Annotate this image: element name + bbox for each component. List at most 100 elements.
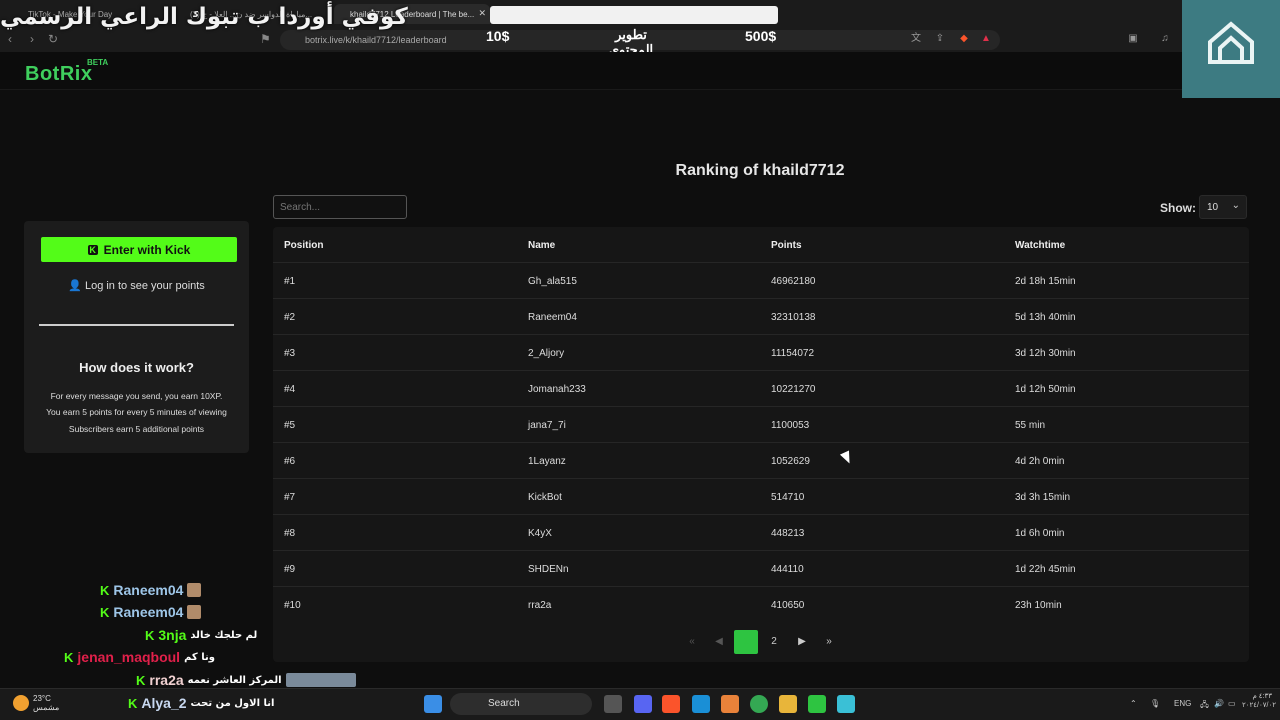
page-size-select[interactable]: 10 ⌄ <box>1199 195 1247 219</box>
page-button-2[interactable]: 2 <box>762 630 786 654</box>
table-row <box>273 334 1249 370</box>
column-header-watchtime[interactable]: Watchtime <box>1015 240 1065 251</box>
cell-watchtime: 5d 13h 40min <box>1015 312 1076 323</box>
kick-badge-icon: K <box>136 672 146 688</box>
tray-chevron-icon[interactable]: ⌃ <box>1130 699 1137 708</box>
language-indicator[interactable]: ENG <box>1174 699 1191 708</box>
task-view-icon[interactable] <box>604 695 622 713</box>
first-page-icon[interactable]: « <box>680 630 704 654</box>
close-icon[interactable]: ✕ <box>478 8 486 19</box>
bookmark-icon[interactable]: ⚑ <box>260 32 271 46</box>
enter-with-kick-button[interactable]: K Enter with Kick <box>41 237 237 262</box>
kick-app-icon[interactable] <box>808 695 826 713</box>
cell-position: #7 <box>284 492 296 503</box>
chat-text: انا الاول من تحت <box>190 697 275 709</box>
overlay-price-right: 500$ <box>745 28 777 44</box>
chat-message: K rra2a المركز العاشر نعمه <box>136 671 356 689</box>
file-explorer-icon[interactable] <box>779 695 797 713</box>
network-icon[interactable]: 🖧 <box>1200 699 1209 713</box>
show-label: Show: <box>1160 201 1196 215</box>
page-button-current[interactable]: 1 <box>734 630 758 654</box>
login-link[interactable]: 👤 Log in to see your points <box>24 279 249 292</box>
cell-name: K4yX <box>528 528 552 539</box>
next-page-icon[interactable]: ▶ <box>790 630 814 654</box>
cell-points: 514710 <box>771 492 805 503</box>
search-input[interactable] <box>273 195 407 219</box>
cell-watchtime: 3d 3h 15min <box>1015 492 1071 503</box>
battery-icon[interactable]: ▭ <box>1228 699 1236 708</box>
weather-icon <box>13 695 29 711</box>
weather-temp: 23°C <box>33 694 51 703</box>
chat-username: rra2a <box>149 672 184 688</box>
cell-watchtime: 1d 6h 0min <box>1015 528 1065 539</box>
discord-icon[interactable] <box>634 695 652 713</box>
clock-time: ٤:٣٣ م <box>1252 693 1272 700</box>
cell-name: jana7_7i <box>528 420 566 431</box>
brave-rewards-icon[interactable]: ▲ <box>980 33 992 45</box>
last-page-icon[interactable]: » <box>817 630 841 654</box>
clock-date: ٢٠٢٤/٠٧/٠٢ <box>1242 702 1276 709</box>
kick-badge-icon: K <box>145 627 155 643</box>
cell-watchtime: 3d 12h 30min <box>1015 348 1076 359</box>
prev-page-icon[interactable]: ◀ <box>707 630 731 654</box>
page-title: Ranking of khaild7712 <box>675 162 845 179</box>
volume-icon[interactable]: 🔊 <box>1214 699 1224 708</box>
brave-icon[interactable] <box>662 695 680 713</box>
translate-icon[interactable]: 文 <box>910 33 922 45</box>
chrome-icon[interactable] <box>750 695 768 713</box>
cell-points: 46962180 <box>771 276 816 287</box>
share-icon[interactable]: ⇪ <box>934 33 946 45</box>
cell-position: #6 <box>284 456 296 467</box>
column-header-name[interactable]: Name <box>528 240 555 251</box>
microphone-icon[interactable]: 🎙 <box>1150 699 1160 708</box>
brave-shield-icon[interactable]: ◆ <box>958 33 970 45</box>
beta-badge: BETA <box>87 58 109 67</box>
login-label: Log in to see your points <box>84 280 205 292</box>
botrix-logo[interactable]: BotRix <box>25 63 92 86</box>
table-row <box>273 442 1249 478</box>
kick-badge-icon: K <box>100 604 110 620</box>
chat-text: المركز العاشر نعمه <box>187 674 282 686</box>
cell-position: #3 <box>284 348 296 359</box>
cell-watchtime: 23h 10min <box>1015 600 1062 611</box>
page-size-value: 10 <box>1207 202 1219 213</box>
chat-message: K 3nja لم حلجك خالد <box>145 626 257 644</box>
cell-name: Jomanah233 <box>528 384 586 395</box>
windows-start-icon[interactable] <box>424 695 442 713</box>
clock[interactable]: ٤:٣٣ م ٢٠٢٤/٠٧/٠٢ <box>1242 692 1276 710</box>
weather-widget[interactable]: 23°C مشمس <box>33 694 59 712</box>
sidebar-toggle-icon[interactable]: ▣ <box>1127 33 1139 45</box>
cell-watchtime: 4d 2h 0min <box>1015 456 1065 467</box>
cell-watchtime: 1d 12h 50min <box>1015 384 1076 395</box>
cell-points: 410650 <box>771 600 805 611</box>
chat-message: K Alya_2 انا الاول من تحت <box>128 694 274 712</box>
site-header <box>0 52 1182 90</box>
cell-position: #5 <box>284 420 296 431</box>
chat-message: K Raneem04 <box>100 581 202 599</box>
reload-icon[interactable]: ↻ <box>48 32 58 46</box>
cell-name: 1Layanz <box>528 456 566 467</box>
notepad-icon[interactable] <box>837 695 855 713</box>
cell-position: #10 <box>284 600 301 611</box>
streamer-logo <box>1182 0 1280 98</box>
user-icon: 👤 <box>68 280 82 292</box>
cell-position: #4 <box>284 384 296 395</box>
taskbar-search[interactable]: Search <box>450 693 592 715</box>
cell-position: #8 <box>284 528 296 539</box>
chat-message: K jenan_maqboul ونا كم <box>64 648 215 666</box>
emote-icon <box>187 583 202 597</box>
emote-icon <box>187 605 202 619</box>
how-line: For every message you send, you earn 10X… <box>50 391 223 401</box>
media-icon[interactable]: ♫ <box>1159 33 1171 45</box>
taskbar-search-label: Search <box>488 698 520 709</box>
edge-icon[interactable] <box>692 695 710 713</box>
cell-name: Gh_ala515 <box>528 276 577 287</box>
cell-points: 448213 <box>771 528 805 539</box>
back-icon[interactable]: ‹ <box>8 32 12 46</box>
app-icon[interactable] <box>721 695 739 713</box>
forward-icon[interactable]: › <box>30 32 34 46</box>
column-header-position[interactable]: Position <box>284 240 323 251</box>
kick-badge-icon: K <box>100 582 110 598</box>
how-line: Subscribers earn 5 additional points <box>68 424 205 434</box>
column-header-points[interactable]: Points <box>771 240 802 251</box>
